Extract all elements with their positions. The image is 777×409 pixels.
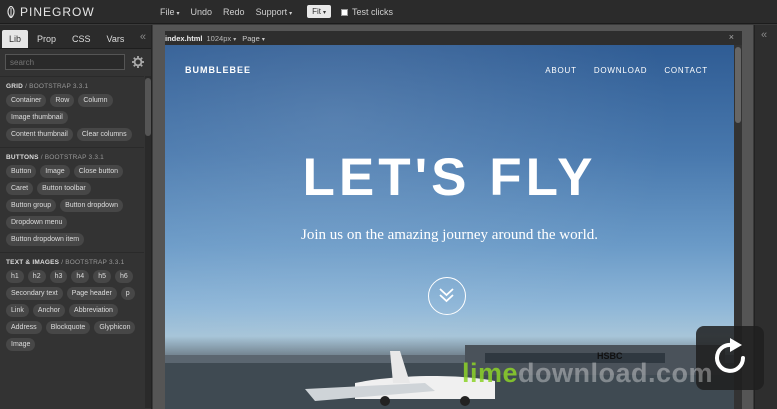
component-chip[interactable]: Page header	[66, 287, 117, 300]
section-title-text-images: TEXT & IMAGES / BOOTSTRAP 3.3.1	[0, 252, 144, 270]
watermark: limedownload.com	[462, 358, 714, 388]
scrollbar-thumb[interactable]	[735, 47, 741, 123]
component-chip[interactable]: Close button	[73, 165, 124, 178]
test-clicks-toggle[interactable]: Test clicks	[341, 7, 393, 17]
component-chip[interactable]: h3	[49, 270, 68, 283]
nav-link-contact[interactable]: CONTACT	[664, 66, 708, 75]
collapse-right-icon[interactable]: «	[761, 29, 767, 41]
close-document-icon[interactable]: ×	[729, 32, 734, 42]
scrollbar-thumb[interactable]	[145, 78, 151, 136]
menu-undo[interactable]: Undo	[191, 7, 213, 17]
component-chip[interactable]: Blockquote	[45, 321, 91, 334]
section-title-grid: GRID / BOOTSTRAP 3.3.1	[0, 76, 144, 94]
page-preview[interactable]: BUMBLEBEE ABOUT DOWNLOAD CONTACT LET'S F…	[165, 45, 734, 409]
main-menu: File ▾ Undo Redo Support ▾ Fit ▾ Test click…	[160, 5, 393, 18]
component-chip[interactable]: Column	[78, 94, 113, 107]
search-input[interactable]	[5, 54, 125, 70]
chevron-down-icon: ▾	[261, 36, 265, 43]
site-brand[interactable]: BUMBLEBEE	[185, 65, 251, 75]
test-clicks-label: Test clicks	[352, 6, 394, 17]
viewport-size-select[interactable]: 1024px ▾	[207, 34, 237, 43]
grid-components: Container Row Column Image thumbnail Con…	[0, 94, 144, 147]
component-chip[interactable]: h2	[27, 270, 46, 283]
document-tab-bar: index.html 1024px ▾ Page ▾ ×	[165, 31, 742, 45]
component-chip[interactable]: Button dropdown item	[6, 233, 85, 246]
pinegrow-logo-icon	[6, 5, 16, 18]
search-row	[0, 49, 151, 75]
component-chip[interactable]: Button group	[6, 199, 57, 212]
pinegrow-app: PINEGROW File ▾ Undo Redo Support ▾ Fit ▾ T…	[0, 0, 777, 409]
document-filename[interactable]: index.html	[165, 34, 203, 43]
component-chip[interactable]: Button dropdown	[60, 199, 124, 212]
panel-tabs: Lib Prop CSS Vars «	[0, 25, 151, 49]
component-chip[interactable]: p	[120, 287, 135, 300]
tab-vars[interactable]: Vars	[100, 30, 132, 48]
button-components: Button Image Close button Caret Button t…	[0, 165, 144, 252]
document-frame: index.html 1024px ▾ Page ▾ × BUMBLEBEE A…	[165, 31, 742, 409]
component-chip[interactable]: Image	[40, 165, 70, 178]
scroll-down-button[interactable]	[428, 277, 466, 315]
page-menu[interactable]: Page ▾	[242, 34, 265, 43]
component-chip[interactable]: Abbreviation	[69, 304, 118, 317]
tab-prop[interactable]: Prop	[30, 30, 63, 48]
canvas-area: index.html 1024px ▾ Page ▾ × BUMBLEBEE A…	[153, 25, 753, 409]
component-chip[interactable]: Button toolbar	[37, 182, 91, 195]
component-chip[interactable]: h1	[6, 270, 24, 283]
left-panel-scrollbar[interactable]	[145, 76, 151, 408]
chevron-down-icon: ▾	[323, 10, 327, 16]
site-nav-links: ABOUT DOWNLOAD CONTACT	[528, 66, 708, 75]
component-chip[interactable]: h6	[114, 270, 133, 283]
chevron-down-icon: ▾	[289, 10, 293, 17]
nav-link-about[interactable]: ABOUT	[545, 66, 577, 75]
component-chip[interactable]: Glyphicon	[94, 321, 136, 334]
collapse-left-icon[interactable]: «	[140, 31, 146, 43]
text-image-components: h1 h2 h3 h4 h5 h6 Secondary text Page he…	[0, 270, 144, 357]
site-navbar: BUMBLEBEE ABOUT DOWNLOAD CONTACT	[185, 65, 708, 75]
top-bar: PINEGROW File ▾ Undo Redo Support ▾ Fit ▾ T…	[0, 0, 777, 24]
component-chip[interactable]: Dropdown menu	[6, 216, 68, 229]
nav-link-download[interactable]: DOWNLOAD	[594, 66, 648, 75]
component-chip[interactable]: Content thumbnail	[6, 128, 73, 141]
double-chevron-down-icon	[439, 288, 454, 303]
component-chip[interactable]: Clear columns	[76, 128, 132, 141]
component-chip[interactable]: Caret	[6, 182, 34, 195]
menu-redo[interactable]: Redo	[223, 7, 245, 17]
menu-file[interactable]: File ▾	[160, 7, 180, 17]
app-brand: PINEGROW	[0, 5, 160, 19]
component-chip[interactable]: Address	[6, 321, 42, 334]
component-chip[interactable]: Row	[50, 94, 75, 107]
test-clicks-checkbox[interactable]	[341, 8, 349, 16]
component-chip[interactable]: Image thumbnail	[6, 111, 68, 124]
component-chip[interactable]: Anchor	[32, 304, 66, 317]
menu-support[interactable]: Support ▾	[256, 7, 293, 17]
hero-subtitle: Join us on the amazing journey around th…	[300, 227, 599, 243]
chevron-down-icon: ▾	[176, 10, 180, 17]
component-chip[interactable]: Container	[6, 94, 47, 107]
app-title: PINEGROW	[20, 4, 95, 19]
fit-button[interactable]: Fit ▾	[307, 5, 332, 18]
component-sections: GRID / BOOTSTRAP 3.3.1 Container Row Col…	[0, 76, 144, 357]
chevron-down-icon: ▾	[233, 36, 237, 43]
component-chip[interactable]: Link	[6, 304, 29, 317]
component-chip[interactable]: Secondary text	[6, 287, 63, 300]
section-title-buttons: BUTTONS / BOOTSTRAP 3.3.1	[0, 147, 144, 165]
tab-lib[interactable]: Lib	[2, 30, 29, 48]
hero-title: LET'S FLY	[302, 148, 597, 207]
component-chip[interactable]: Image	[6, 338, 36, 351]
tab-css[interactable]: CSS	[65, 30, 98, 48]
gear-icon[interactable]	[132, 56, 144, 68]
component-chip[interactable]: Button	[6, 165, 37, 178]
library-panel: Lib Prop CSS Vars « GRID / BOOTSTRAP 3.3…	[0, 25, 152, 409]
component-chip[interactable]: h5	[93, 270, 111, 283]
component-chip[interactable]: h4	[71, 270, 90, 283]
